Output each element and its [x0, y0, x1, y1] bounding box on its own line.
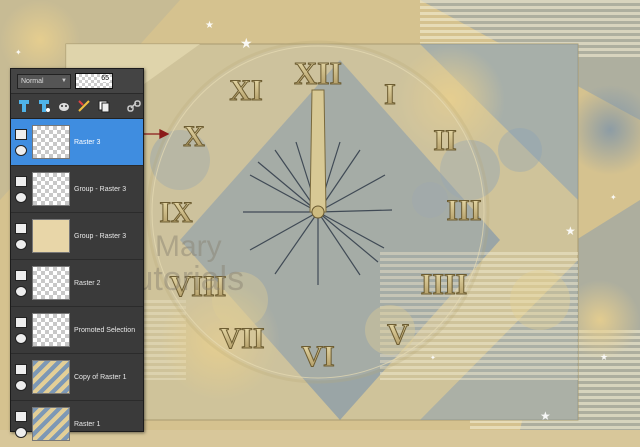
layer-thumbnail	[32, 219, 70, 253]
layers-toolbar	[11, 94, 143, 119]
layer-row-raster-2[interactable]: Raster 2	[11, 260, 143, 307]
new-raster-layer-button[interactable]	[15, 97, 32, 115]
layer-thumbnail	[32, 360, 70, 394]
svg-text:★: ★	[540, 409, 551, 423]
layer-row-copy-of-raster-1[interactable]: Copy of Raster 1	[11, 354, 143, 401]
visibility-eye-icon[interactable]	[15, 191, 27, 203]
layer-type-icon	[15, 363, 27, 375]
layer-name: Copy of Raster 1	[74, 373, 127, 381]
blend-mode-dropdown[interactable]: Normal ▼	[17, 73, 71, 89]
numeral-12: XII	[294, 55, 342, 91]
numeral-2: II	[433, 124, 456, 157]
layer-row-group-raster-3-a[interactable]: Group - Raster 3	[11, 166, 143, 213]
numeral-6: VI	[301, 340, 334, 373]
layer-thumbnail	[32, 313, 70, 347]
numeral-7: VII	[219, 322, 264, 355]
visibility-eye-icon[interactable]	[15, 379, 27, 391]
adjustment-layer-button[interactable]	[76, 97, 93, 115]
svg-text:★: ★	[600, 352, 608, 362]
svg-text:✦: ✦	[430, 354, 436, 362]
link-layer-button[interactable]	[126, 97, 143, 115]
layer-row-raster-1[interactable]: Raster 1	[11, 401, 143, 447]
new-mask-layer-button[interactable]	[55, 97, 72, 115]
numeral-3: III	[446, 194, 481, 227]
numeral-5: V	[387, 318, 409, 351]
layer-type-icon	[15, 410, 27, 422]
layer-thumbnail	[32, 125, 70, 159]
numeral-9: IX	[159, 196, 193, 229]
sparkle-star-icon: ★	[240, 35, 253, 51]
visibility-eye-icon[interactable]	[15, 144, 27, 156]
opacity-value: 65	[100, 75, 110, 82]
svg-text:★: ★	[565, 224, 576, 238]
layer-type-icon	[15, 128, 27, 140]
adjustment-layer-icon	[78, 100, 90, 112]
visibility-eye-icon[interactable]	[15, 332, 27, 344]
layer-name: Group - Raster 3	[74, 232, 127, 240]
layer-row-raster-3[interactable]: Raster 3	[11, 119, 143, 166]
visibility-eye-icon[interactable]	[15, 238, 27, 250]
opacity-slider[interactable]: 65	[75, 73, 113, 89]
layer-type-icon	[15, 269, 27, 281]
visibility-eye-icon[interactable]	[15, 426, 27, 438]
chevron-down-icon: ▼	[61, 78, 67, 84]
layer-thumbnail	[32, 172, 70, 206]
new-mask-layer-icon	[58, 103, 69, 111]
layer-type-icon	[15, 175, 27, 187]
new-vector-layer-button[interactable]	[35, 97, 52, 115]
layer-thumbnail	[32, 407, 70, 441]
layer-name: Raster 2	[74, 279, 101, 287]
numeral-10: X	[183, 120, 205, 153]
visibility-eye-icon[interactable]	[15, 285, 27, 297]
layer-row-promoted-selection[interactable]: Promoted Selection	[11, 307, 143, 354]
numeral-11: XI	[229, 74, 262, 107]
duplicate-layer-icon	[98, 100, 110, 113]
numeral-1: I	[384, 78, 396, 111]
layer-name: Raster 3	[74, 138, 101, 146]
layer-name: Raster 1	[74, 420, 101, 428]
svg-text:✦: ✦	[610, 193, 617, 202]
layer-properties-bar: Normal ▼ 65	[11, 69, 143, 94]
layer-type-icon	[15, 316, 27, 328]
watermark-line1: Mary	[155, 230, 222, 263]
duplicate-layer-button[interactable]	[96, 97, 113, 115]
svg-text:✦: ✦	[15, 48, 22, 57]
layers-palette: Normal ▼ 65 Raster 3 Group - Raster 3 Gr…	[10, 68, 144, 441]
new-raster-layer-icon	[18, 100, 29, 112]
link-icon	[127, 100, 142, 112]
layer-name: Promoted Selection	[74, 326, 136, 334]
layer-thumbnail	[32, 266, 70, 300]
layer-type-icon	[15, 222, 27, 234]
svg-text:★: ★	[205, 20, 214, 31]
layer-name: Group - Raster 3	[74, 185, 127, 193]
numeral-4: IIII	[421, 268, 468, 301]
new-vector-layer-icon	[38, 100, 50, 112]
layer-row-group-raster-3-b[interactable]: Group - Raster 3	[11, 213, 143, 260]
blend-mode-value: Normal	[21, 77, 44, 85]
